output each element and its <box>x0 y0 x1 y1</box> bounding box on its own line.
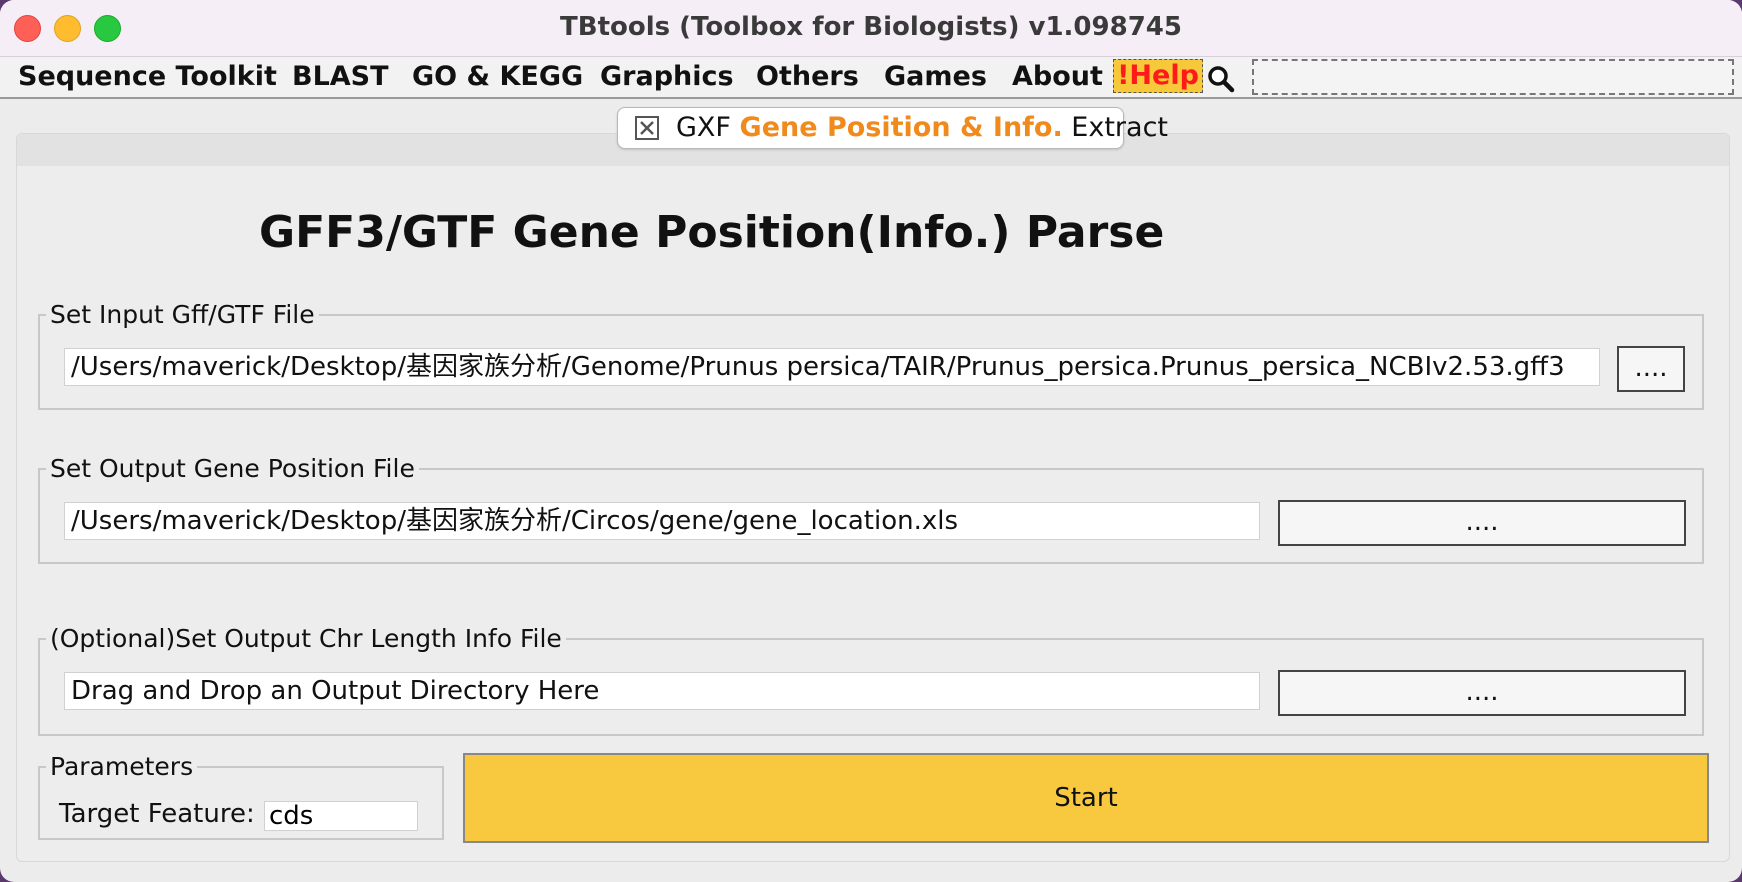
target-feature-label: Target Feature: <box>59 799 255 829</box>
menu-graphics[interactable]: Graphics <box>600 61 734 93</box>
input-browse-button[interactable]: .... <box>1617 346 1685 392</box>
start-button[interactable]: Start <box>463 753 1709 843</box>
menu-games[interactable]: Games <box>884 61 987 93</box>
target-feature-input[interactable]: cds <box>264 801 418 831</box>
magnifier-icon[interactable] <box>1207 65 1235 93</box>
page-title: GFF3/GTF Gene Position(Info.) Parse <box>259 207 1165 258</box>
chr-length-legend: (Optional)Set Output Chr Length Info Fil… <box>50 624 562 653</box>
menu-help[interactable]: !Help <box>1113 59 1203 93</box>
app-window: TBtools (Toolbox for Biologists) v1.0987… <box>0 0 1742 882</box>
parameters-legend: Parameters <box>50 752 194 781</box>
menu-about[interactable]: About <box>1012 61 1103 93</box>
tab-label-prefix: GXF <box>676 112 740 143</box>
output-file-field[interactable]: /Users/maverick/Desktop/基因家族分析/Circos/ge… <box>64 502 1260 540</box>
output-file-legend: Set Output Gene Position File <box>50 454 415 483</box>
window-title: TBtools (Toolbox for Biologists) v1.0987… <box>560 12 1182 42</box>
search-input[interactable] <box>1252 59 1734 95</box>
menu-bar: Sequence Toolkit BLAST GO & KEGG Graphic… <box>0 57 1742 99</box>
menu-others[interactable]: Others <box>756 61 859 93</box>
input-file-legend: Set Input Gff/GTF File <box>50 300 315 329</box>
tab-label: GXF Gene Position & Info. Extract <box>676 112 1168 143</box>
close-box-icon[interactable] <box>635 116 659 140</box>
title-bar: TBtools (Toolbox for Biologists) v1.0987… <box>0 0 1742 57</box>
chr-length-field[interactable]: Drag and Drop an Output Directory Here <box>64 672 1260 710</box>
input-file-field[interactable]: /Users/maverick/Desktop/基因家族分析/Genome/Pr… <box>64 348 1600 386</box>
menu-sequence-toolkit[interactable]: Sequence Toolkit <box>18 61 277 93</box>
output-browse-button[interactable]: .... <box>1278 500 1686 546</box>
tab-label-suffix: Extract <box>1062 112 1169 143</box>
menu-go-kegg[interactable]: GO & KEGG <box>412 61 583 93</box>
menu-blast[interactable]: BLAST <box>292 61 389 93</box>
tab-label-highlight: Gene Position & Info. <box>739 112 1063 143</box>
chr-browse-button[interactable]: .... <box>1278 670 1686 716</box>
tab-gxf-gene-position[interactable]: GXF Gene Position & Info. Extract <box>617 107 1168 149</box>
